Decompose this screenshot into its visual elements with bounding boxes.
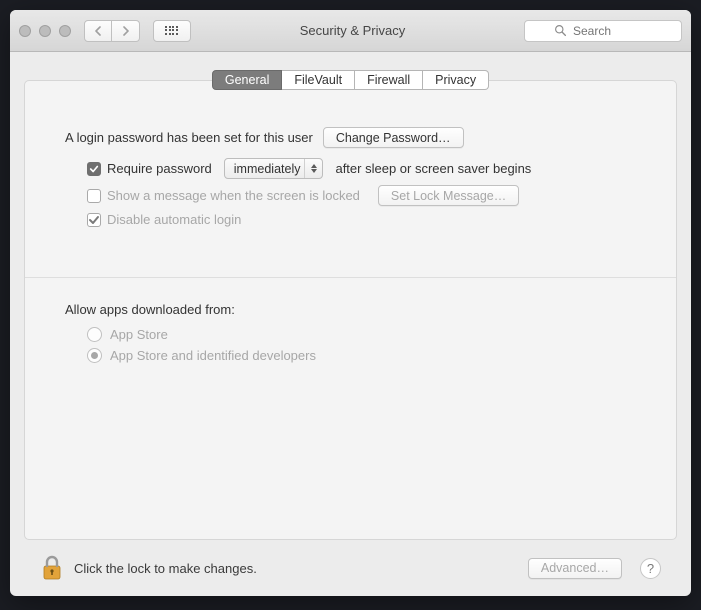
titlebar: Security & Privacy [10,10,691,52]
tab-firewall[interactable]: Firewall [355,70,423,90]
allow-apps-appstore-radio [87,327,102,342]
lock-icon[interactable] [40,554,64,582]
content: General FileVault Firewall Privacy A log… [10,52,691,596]
preferences-window: Security & Privacy General FileVault Fir… [10,10,691,596]
forward-button[interactable] [112,20,140,42]
disable-auto-login-label: Disable automatic login [107,212,241,227]
search-input[interactable] [524,20,682,42]
divider [25,277,676,278]
disable-auto-login-checkbox[interactable] [87,213,101,227]
chevron-left-icon [94,26,103,36]
require-password-row: Require password immediately after sleep… [87,158,636,179]
window-title: Security & Privacy [198,23,517,38]
allow-apps-identified-label: App Store and identified developers [110,348,316,363]
tab-general[interactable]: General [212,70,282,90]
show-all-button[interactable] [153,20,191,42]
grid-icon [165,26,179,36]
require-password-checkbox[interactable] [87,162,101,176]
general-panel: A login password has been set for this u… [24,80,677,540]
allow-apps-appstore-row: App Store [87,327,636,342]
show-lock-message-label: Show a message when the screen is locked [107,188,360,203]
help-button[interactable]: ? [640,558,661,579]
require-password-label-post: after sleep or screen saver begins [335,161,531,176]
allow-apps-appstore-label: App Store [110,327,168,342]
change-password-button[interactable]: Change Password… [323,127,464,148]
require-password-delay-select[interactable]: immediately [224,158,324,179]
search-icon [554,24,567,37]
allow-apps-identified-row: App Store and identified developers [87,348,636,363]
tab-filevault[interactable]: FileVault [282,70,355,90]
login-password-row: A login password has been set for this u… [65,127,636,148]
lock-text: Click the lock to make changes. [74,561,257,576]
allow-apps-identified-radio [87,348,102,363]
chevron-right-icon [121,26,130,36]
advanced-button[interactable]: Advanced… [528,558,622,579]
tabs: General FileVault Firewall Privacy [24,70,677,90]
nav-group [84,20,140,42]
traffic-lights [19,25,71,37]
footer: Click the lock to make changes. Advanced… [24,540,677,596]
checkmark-icon [88,214,100,226]
disable-auto-login-row: Disable automatic login [87,212,636,227]
search-wrap [524,20,682,42]
updown-icon [304,159,322,178]
show-lock-message-checkbox[interactable] [87,189,101,203]
login-password-label: A login password has been set for this u… [65,130,313,145]
allow-apps-title: Allow apps downloaded from: [65,302,636,317]
checkmark-icon [89,164,99,174]
zoom-button[interactable] [59,25,71,37]
require-password-label-pre: Require password [107,161,212,176]
require-password-delay-value: immediately [234,162,301,176]
show-lock-message-row: Show a message when the screen is locked… [87,185,636,206]
back-button[interactable] [84,20,112,42]
set-lock-message-button: Set Lock Message… [378,185,519,206]
minimize-button[interactable] [39,25,51,37]
tab-privacy[interactable]: Privacy [423,70,489,90]
close-button[interactable] [19,25,31,37]
